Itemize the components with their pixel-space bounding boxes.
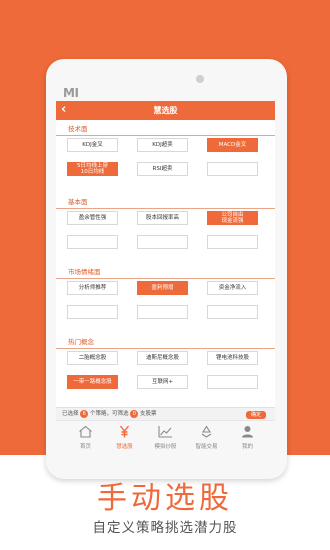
empty-strategy-slot[interactable] xyxy=(67,305,118,319)
strategy-option-button[interactable]: 一带一路概念股 xyxy=(67,375,118,389)
promo-subline: 自定义策略挑选潜力股 xyxy=(92,520,238,536)
section-title: 基本面 xyxy=(68,198,88,206)
tab-smart-trading[interactable]: 智能交易 xyxy=(185,421,228,453)
section-divider xyxy=(56,348,275,349)
strategy-option-button[interactable]: 锂电池科技股 xyxy=(207,351,258,365)
strategy-option-button[interactable]: 资金净流入 xyxy=(207,281,258,295)
empty-strategy-slot[interactable] xyxy=(207,305,258,319)
strategy-option-button[interactable]: 分析师推荐 xyxy=(67,281,118,295)
strategy-option-button[interactable]: KDJ超卖 xyxy=(137,138,188,152)
strategy-option-button[interactable]: 盈余管性强 xyxy=(67,211,118,225)
strategy-option-button[interactable]: 5日均线上穿 10日均线 xyxy=(67,162,118,176)
tab-profile[interactable]: 我的 xyxy=(226,421,269,453)
tab-label: 我的 xyxy=(241,444,253,450)
phone-brand-logo: MI xyxy=(63,86,79,100)
tab-home[interactable]: 首页 xyxy=(64,421,107,453)
status-suffix: 支股票 xyxy=(140,411,157,417)
app-screen: ‹ 慧选股 技术面 KDJ金叉 KDJ超卖 MACD金叉 5日均线上穿 10日均线 RSI… xyxy=(56,101,275,453)
result-count-badge: 0 xyxy=(130,410,139,418)
chart-line-icon xyxy=(158,426,172,438)
phone-camera xyxy=(196,75,204,83)
section-header: 市场情绪面 xyxy=(56,267,275,278)
section-header: 技术面 xyxy=(56,124,275,135)
confirm-button[interactable]: 确定 xyxy=(246,411,266,419)
bottom-tab-bar: 首页 慧选股 模拟炒股 智能交易 我的 xyxy=(56,420,275,453)
tab-simulated-trading[interactable]: 模拟炒股 xyxy=(144,421,187,453)
strategy-option-button[interactable]: 二胎概念股 xyxy=(67,351,118,365)
empty-strategy-slot[interactable] xyxy=(67,235,118,249)
tab-label: 首页 xyxy=(79,444,91,450)
page-title: 慧选股 xyxy=(153,106,178,115)
section-divider xyxy=(56,135,275,136)
strategy-option-button[interactable]: 股本回报率高 xyxy=(137,211,188,225)
empty-strategy-slot[interactable] xyxy=(207,235,258,249)
strategy-option-button[interactable]: 迪斯尼概念股 xyxy=(137,351,188,365)
status-prefix: 已选择 xyxy=(62,411,79,417)
section-title: 热门概念 xyxy=(68,338,94,346)
selected-count-badge: 6 xyxy=(80,410,89,418)
section-title: 技术面 xyxy=(68,125,88,133)
section-divider xyxy=(56,278,275,279)
status-middle: 个策略，可筛选 xyxy=(90,411,129,417)
empty-strategy-slot[interactable] xyxy=(137,235,188,249)
tab-label: 模拟炒股 xyxy=(154,444,177,450)
empty-strategy-slot[interactable] xyxy=(207,162,258,176)
section-header: 基本面 xyxy=(56,197,275,208)
strategy-option-button[interactable]: MACD金叉 xyxy=(207,138,258,152)
strategy-option-button[interactable]: KDJ金叉 xyxy=(67,138,118,152)
tab-label: 智能交易 xyxy=(195,444,218,450)
tab-label: 慧选股 xyxy=(116,444,133,450)
empty-strategy-slot[interactable] xyxy=(137,305,188,319)
promo-headline: 手动选股 xyxy=(97,481,233,516)
yen-icon xyxy=(119,425,130,438)
title-bar: ‹ 慧选股 xyxy=(56,101,275,120)
home-icon xyxy=(79,425,92,438)
recycle-icon xyxy=(201,425,212,438)
section-divider xyxy=(56,208,275,209)
tab-stock-picker[interactable]: 慧选股 xyxy=(103,421,146,453)
section-title: 市场情绪面 xyxy=(68,268,101,276)
section-header: 热门概念 xyxy=(56,337,275,348)
strategy-option-button[interactable]: RSI超卖 xyxy=(137,162,188,176)
user-icon xyxy=(242,426,253,438)
strategy-option-button[interactable]: 互联网+ xyxy=(137,375,188,389)
empty-strategy-slot[interactable] xyxy=(207,375,258,389)
selection-status-bar: 已选择 6 个策略，可筛选 0 支股票 确定 xyxy=(56,407,275,421)
strategy-option-button[interactable]: 盈利预增 xyxy=(137,281,188,295)
strategy-option-button[interactable]: 公司自由 现金流强 xyxy=(207,211,258,225)
